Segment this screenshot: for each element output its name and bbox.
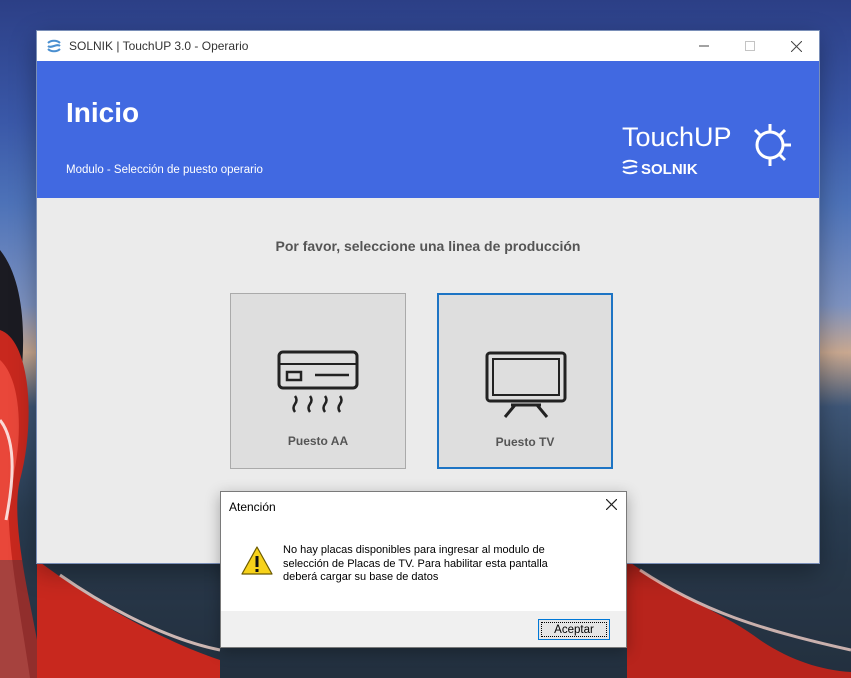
option-puesto-aa[interactable]: Puesto AA xyxy=(230,293,406,469)
touchup-logo: TouchUP SOLNIK xyxy=(622,122,791,178)
option-label: Puesto TV xyxy=(495,435,555,449)
option-label: Puesto AA xyxy=(287,434,349,448)
svg-text:TouchUP: TouchUP xyxy=(622,122,732,152)
dialog-title: Atención xyxy=(229,499,276,514)
accept-button[interactable]: Aceptar xyxy=(538,619,610,640)
page-title: Inicio xyxy=(66,97,140,128)
close-icon xyxy=(790,40,802,52)
maximize-button[interactable] xyxy=(727,31,773,61)
warning-icon xyxy=(241,546,273,575)
page-subtitle: Modulo - Selección de puesto operario xyxy=(66,164,263,176)
svg-text:SOLNIK: SOLNIK xyxy=(641,161,698,178)
header-banner: Inicio Modulo - Selección de puesto oper… xyxy=(37,61,819,198)
solnik-app-icon xyxy=(47,39,61,53)
dialog-titlebar[interactable]: Atención xyxy=(221,492,626,521)
window-title: SOLNIK | TouchUP 3.0 - Operario xyxy=(69,39,249,53)
attention-dialog: Atención No hay placas disponibles para … xyxy=(220,491,627,648)
dialog-footer: Aceptar xyxy=(221,611,626,647)
maximize-icon xyxy=(745,41,755,51)
selection-prompt: Por favor, seleccione una linea de produ… xyxy=(275,238,581,254)
dialog-message: No hay placas disponibles para ingresar … xyxy=(283,544,548,583)
minimize-button[interactable] xyxy=(681,31,727,61)
tv-icon xyxy=(485,351,567,418)
air-conditioner-icon xyxy=(277,350,359,413)
main-window: SOLNIK | TouchUP 3.0 - Operario Inicio M… xyxy=(37,31,819,563)
window-titlebar[interactable]: SOLNIK | TouchUP 3.0 - Operario xyxy=(37,31,819,61)
close-icon xyxy=(605,498,618,511)
close-button[interactable] xyxy=(773,31,819,61)
option-puesto-tv[interactable]: Puesto TV xyxy=(437,293,613,469)
minimize-icon xyxy=(699,45,709,47)
dialog-close-button[interactable] xyxy=(605,498,618,514)
dialog-body: No hay placas disponibles para ingresar … xyxy=(221,521,626,611)
